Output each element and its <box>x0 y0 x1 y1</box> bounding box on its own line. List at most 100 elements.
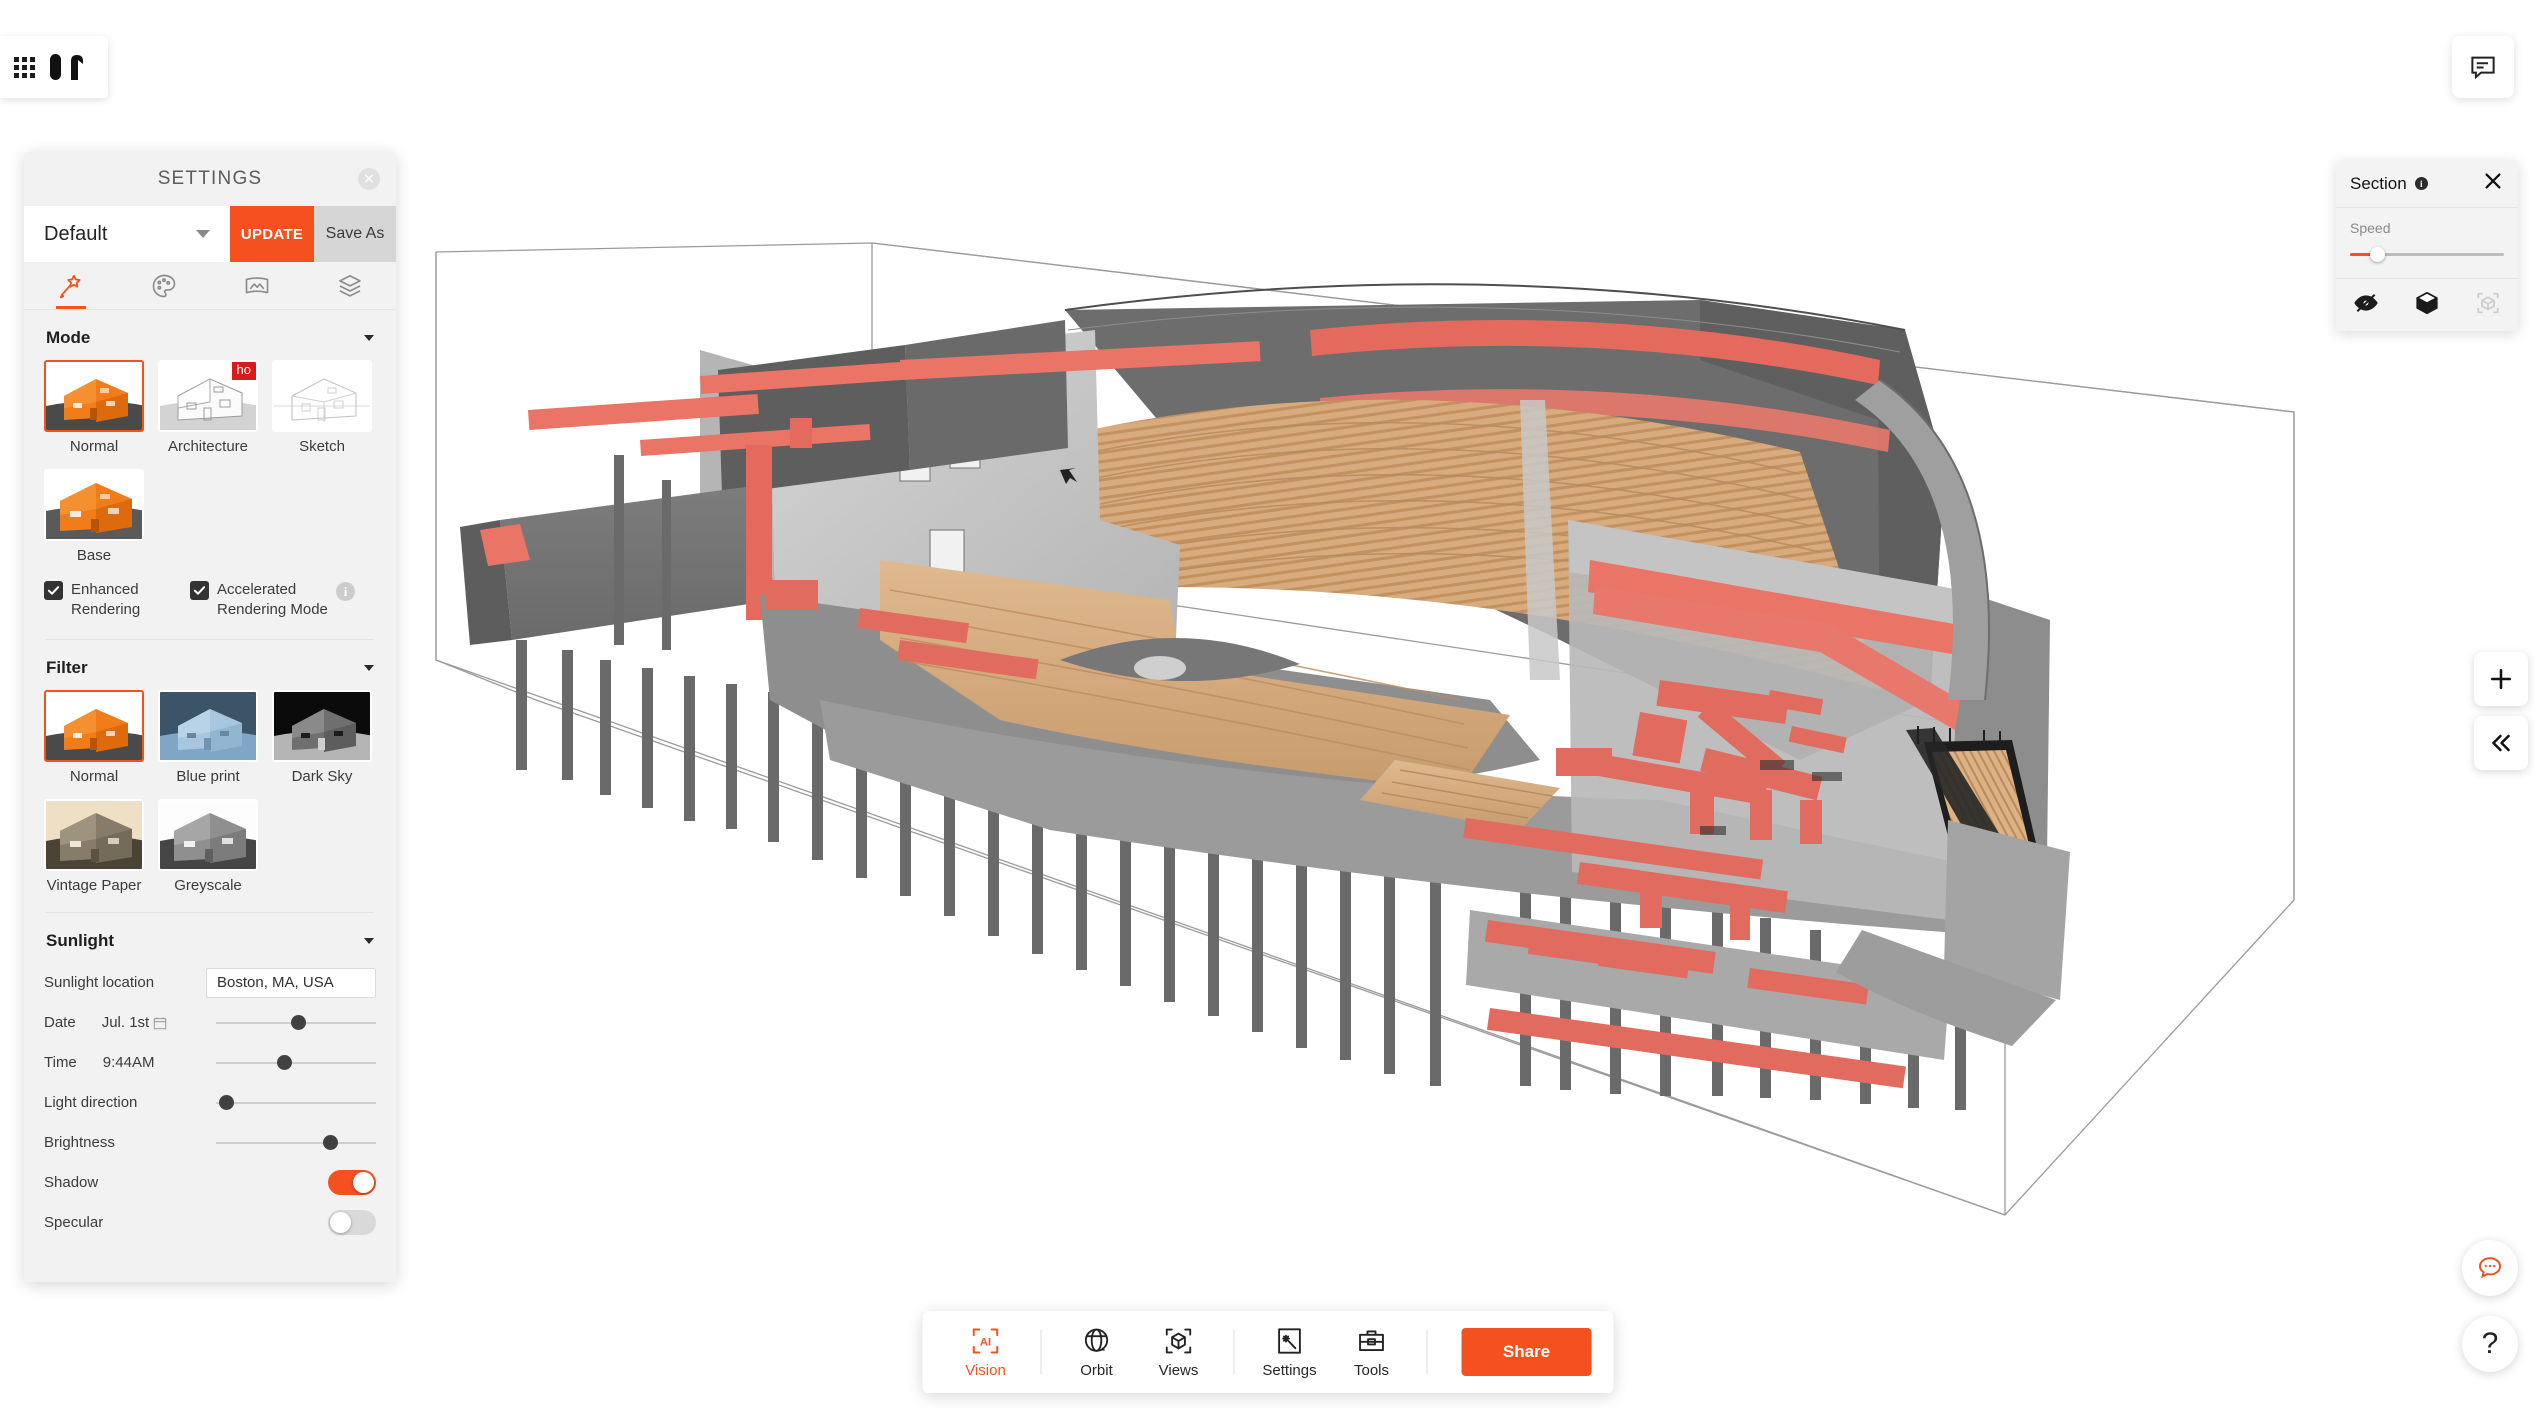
toolbar-item-vision[interactable]: AI Vision <box>945 1311 1027 1393</box>
save-as-button[interactable]: Save As <box>314 206 396 262</box>
toolbar-item-orbit[interactable]: Orbit <box>1056 1311 1138 1393</box>
section-panel-header: Section i <box>2336 160 2518 208</box>
toolbar-item-tools[interactable]: Tools <box>1331 1311 1413 1393</box>
sunlight-title: Sunlight <box>46 930 114 950</box>
update-button[interactable]: UPDATE <box>230 206 314 262</box>
mode-option-normal[interactable]: Normal <box>44 360 144 455</box>
speed-slider[interactable] <box>2350 246 2504 262</box>
filter-option-darksky[interactable]: Dark Sky <box>272 689 372 785</box>
render-options: Enhanced Rendering Accelerated Rendering… <box>44 580 376 621</box>
settings-panel-header: SETTINGS ✕ <box>24 152 396 206</box>
chat-bubble-dots-icon <box>2478 1257 2502 1279</box>
collapse-panel-button[interactable] <box>2474 716 2528 770</box>
toolbar-item-views[interactable]: Views <box>1138 1311 1220 1393</box>
toolbar-label-vision: Vision <box>965 1362 1006 1379</box>
mode-thumb[interactable]: ho <box>158 360 258 432</box>
settings-tabs <box>24 262 396 310</box>
zoom-in-button[interactable] <box>2474 652 2528 706</box>
tab-palette[interactable] <box>117 262 210 309</box>
sunlight-location-input[interactable]: Boston, MA, USA <box>206 967 376 998</box>
mode-label: Architecture <box>167 438 249 455</box>
palette-icon <box>152 274 175 297</box>
filter-section-header[interactable]: Filter <box>44 640 376 690</box>
filter-label: Normal <box>69 767 119 785</box>
calendar-icon[interactable] <box>153 1016 167 1030</box>
preset-row: Default UPDATE Save As <box>24 206 396 262</box>
time-value[interactable]: 9:44AM <box>103 1054 155 1071</box>
auditorium-model <box>460 283 2070 1110</box>
filter-thumb[interactable] <box>44 798 144 871</box>
mode-option-sketch[interactable]: Sketch <box>272 360 372 455</box>
time-label: Time <box>44 1054 77 1071</box>
tab-magic-wand[interactable] <box>24 262 117 309</box>
filter-label: Vintage Paper <box>46 876 142 894</box>
filter-thumb[interactable] <box>158 798 258 871</box>
tab-image[interactable] <box>210 262 303 309</box>
chat-bubble-icon[interactable] <box>2452 36 2514 98</box>
sunlight-time-row: Time 9:44AM <box>44 1043 376 1083</box>
share-button[interactable]: Share <box>1461 1328 1592 1376</box>
mode-option-base[interactable]: Base <box>44 469 144 564</box>
support-chat-button[interactable] <box>2462 1240 2518 1296</box>
filter-option-greyscale[interactable]: Greyscale <box>158 798 258 894</box>
mode-section-header[interactable]: Mode <box>44 310 376 360</box>
tab-layers[interactable] <box>303 262 396 309</box>
cube-icon[interactable] <box>2414 290 2440 321</box>
date-value: Jul. 1st <box>101 1014 150 1031</box>
brightness-slider[interactable] <box>216 1133 376 1153</box>
help-button[interactable]: ? <box>2462 1316 2518 1372</box>
speed-label: Speed <box>2350 220 2391 236</box>
filter-label: Dark Sky <box>291 767 353 785</box>
brand-mark-icon[interactable] <box>49 50 89 84</box>
info-icon[interactable]: i <box>2414 177 2428 190</box>
sunlight-section-header[interactable]: Sunlight <box>44 913 376 963</box>
close-icon[interactable] <box>2482 170 2504 197</box>
filter-title: Filter <box>46 657 88 677</box>
filter-thumb[interactable] <box>158 689 258 762</box>
close-icon[interactable]: ✕ <box>358 168 380 190</box>
filter-option-blueprint[interactable]: Blue print <box>158 689 258 785</box>
section-speed-control: Speed <box>2336 208 2518 279</box>
specular-toggle[interactable] <box>328 1210 376 1235</box>
grid-apps-icon[interactable] <box>14 56 35 78</box>
date-label: Date <box>44 1014 76 1031</box>
page-title: SETTINGS <box>157 168 263 189</box>
app-logo-bar[interactable] <box>0 36 108 98</box>
enhanced-rendering-label: Enhanced Rendering <box>71 581 141 619</box>
checkbox-enhanced-rendering[interactable] <box>44 581 63 600</box>
filter-option-normal[interactable]: Normal <box>44 689 144 785</box>
filter-label: Greyscale <box>174 876 242 894</box>
specular-label: Specular <box>44 1214 104 1231</box>
toolbar-label-views: Views <box>1158 1362 1199 1379</box>
mode-label: Normal <box>69 438 119 455</box>
chevron-down-icon <box>364 937 374 944</box>
checkbox-accelerated-rendering[interactable] <box>190 581 209 600</box>
mode-thumbnails: Normal ho Architecture Sketch Base <box>44 360 376 564</box>
filter-option-vintage-paper[interactable]: Vintage Paper <box>44 798 144 894</box>
date-value-group[interactable]: Jul. 1st <box>102 1014 168 1031</box>
eye-off-icon[interactable] <box>2353 290 2379 321</box>
info-icon[interactable]: i <box>336 582 355 601</box>
mode-option-architecture[interactable]: ho Architecture <box>158 360 258 455</box>
mode-thumb[interactable] <box>44 360 144 432</box>
light-direction-row: Light direction <box>44 1083 376 1123</box>
enhanced-rendering-option[interactable]: Enhanced Rendering <box>44 580 184 621</box>
preset-select[interactable]: Default <box>24 206 230 262</box>
date-slider[interactable] <box>216 1013 376 1033</box>
accelerated-rendering-option[interactable]: Accelerated Rendering Mode <box>190 580 330 621</box>
chevron-down-icon <box>364 335 374 341</box>
filter-thumb[interactable] <box>44 689 144 762</box>
filter-thumb[interactable] <box>272 689 372 762</box>
brightness-row: Brightness <box>44 1123 376 1163</box>
light-direction-slider[interactable] <box>216 1093 376 1113</box>
mode-thumb[interactable] <box>272 360 372 432</box>
light-direction-label: Light direction <box>44 1094 138 1111</box>
toolbar-item-settings[interactable]: Settings <box>1249 1311 1331 1393</box>
bottom-toolbar: AI Vision Orbit Views Settings Tools Sha… <box>922 1311 1614 1393</box>
shadow-toggle[interactable] <box>328 1170 376 1195</box>
toolbox-icon <box>1359 1330 1384 1351</box>
mode-thumb[interactable] <box>44 469 144 541</box>
toolbar-label-settings: Settings <box>1262 1362 1317 1379</box>
time-slider[interactable] <box>216 1053 376 1073</box>
isolate-icon[interactable] <box>2475 290 2501 321</box>
